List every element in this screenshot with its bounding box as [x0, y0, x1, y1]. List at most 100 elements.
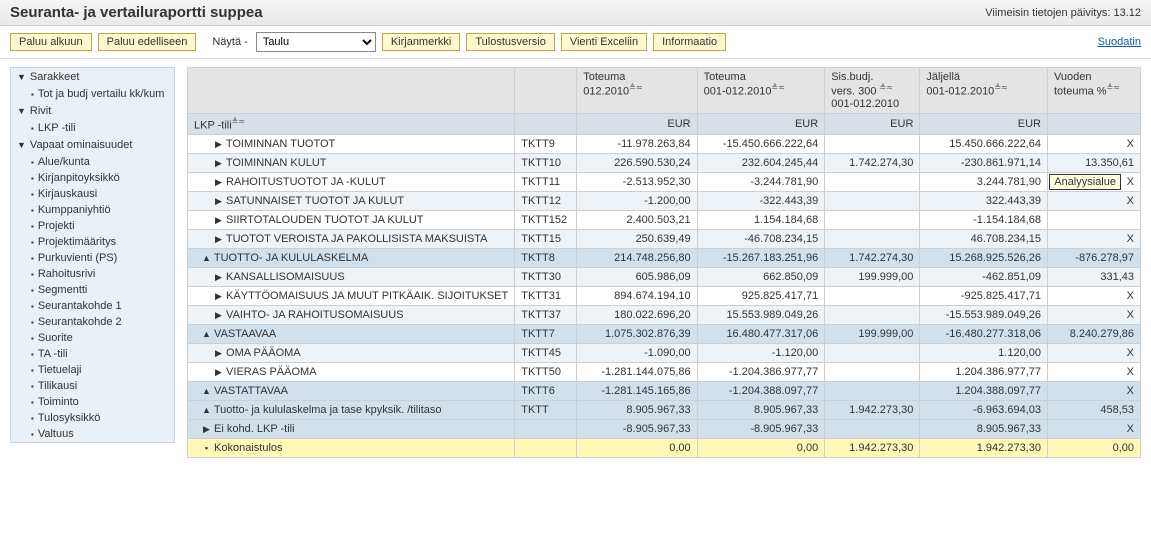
row-label-cell[interactable]: ▪ Kokonaistulos: [188, 439, 515, 458]
print-version-button[interactable]: Tulostusversio: [466, 33, 555, 51]
data-cell[interactable]: -925.825.417,71: [920, 287, 1048, 306]
data-cell[interactable]: 15.268.925.526,26: [920, 249, 1048, 268]
sidebar-item[interactable]: Seurantakohde 1: [11, 298, 174, 314]
data-cell[interactable]: [825, 192, 920, 211]
data-cell[interactable]: 214.748.256,80: [577, 249, 697, 268]
data-cell[interactable]: [825, 211, 920, 230]
expand-icon[interactable]: ▶: [214, 215, 223, 226]
data-cell[interactable]: 232.604.245,44: [697, 154, 825, 173]
col-header-vuoden[interactable]: Vuoden toteuma %≜≂: [1047, 68, 1140, 114]
data-cell[interactable]: -8.905.967,33: [697, 420, 825, 439]
sidebar-item[interactable]: Seurantakohde 2: [11, 314, 174, 330]
back-to-start-button[interactable]: Paluu alkuun: [10, 33, 92, 51]
data-cell[interactable]: -1.120,00: [697, 344, 825, 363]
table-row[interactable]: ▶ Ei kohd. LKP -tili-8.905.967,33-8.905.…: [188, 420, 1141, 439]
sidebar-item[interactable]: Tilikausi: [11, 378, 174, 394]
sidebar-group-header[interactable]: ▼Sarakkeet: [11, 68, 174, 86]
data-cell[interactable]: 0,00: [697, 439, 825, 458]
data-cell[interactable]: X: [1047, 287, 1140, 306]
data-cell[interactable]: 1.742.274,30: [825, 154, 920, 173]
table-row[interactable]: ▶ TUOTOT VEROISTA JA PAKOLLISISTA MAKSUI…: [188, 230, 1141, 249]
data-cell[interactable]: 1.154.184,68: [697, 211, 825, 230]
table-row[interactable]: ▲ TUOTTO- JA KULULASKELMATKTT8214.748.25…: [188, 249, 1141, 268]
data-cell[interactable]: 322.443,39: [920, 192, 1048, 211]
data-cell[interactable]: 250.639,49: [577, 230, 697, 249]
data-cell[interactable]: X: [1047, 135, 1140, 154]
data-cell[interactable]: -462.851,09: [920, 268, 1048, 287]
sidebar-item[interactable]: Projektimääritys: [11, 234, 174, 250]
sidebar-item[interactable]: Valtuus: [11, 426, 174, 442]
bookmark-button[interactable]: Kirjanmerkki: [382, 33, 461, 51]
col-header-toteuma[interactable]: Toteuma 012.2010≜≂: [577, 68, 697, 114]
data-cell[interactable]: -1.281.144.075,86: [577, 363, 697, 382]
data-cell[interactable]: X: [1047, 306, 1140, 325]
data-cell[interactable]: 199.999,00: [825, 268, 920, 287]
data-cell[interactable]: -3.244.781,90: [697, 173, 825, 192]
row-label-cell[interactable]: ▶ KÄYTTÖOMAISUUS JA MUUT PITKÄAIK. SIJOI…: [188, 287, 515, 306]
sidebar-item[interactable]: Suorite: [11, 330, 174, 346]
data-cell[interactable]: [825, 173, 920, 192]
data-cell[interactable]: -16.480.277.318,06: [920, 325, 1048, 344]
data-cell[interactable]: 1.942.273,30: [825, 439, 920, 458]
data-cell[interactable]: X: [1047, 344, 1140, 363]
collapse-icon[interactable]: ▲: [202, 253, 211, 263]
sidebar-item[interactable]: Segmentti: [11, 282, 174, 298]
table-row[interactable]: ▶ TOIMINNAN KULUTTKTT10226.590.530,24232…: [188, 154, 1141, 173]
data-cell[interactable]: 15.450.666.222,64: [920, 135, 1048, 154]
data-cell[interactable]: X: [1047, 363, 1140, 382]
filter-link[interactable]: Suodatin: [1098, 36, 1141, 48]
expand-icon[interactable]: ▶: [214, 139, 223, 150]
data-cell[interactable]: 46.708.234,15: [920, 230, 1048, 249]
sidebar-item[interactable]: LKP -tili: [11, 120, 174, 136]
data-cell[interactable]: [825, 135, 920, 154]
table-row[interactable]: ▶ SATUNNAISET TUOTOT JA KULUTTKTT12-1.20…: [188, 192, 1141, 211]
data-cell[interactable]: -8.905.967,33: [577, 420, 697, 439]
data-cell[interactable]: 180.022.696,20: [577, 306, 697, 325]
table-row[interactable]: ▪ Kokonaistulos0,000,001.942.273,301.942…: [188, 439, 1141, 458]
data-cell[interactable]: -1.281.145.165,86: [577, 382, 697, 401]
back-previous-button[interactable]: Paluu edelliseen: [98, 33, 197, 51]
col-header-jaljella[interactable]: Jäljellä 001-012.2010≜≂: [920, 68, 1048, 114]
table-row[interactable]: ▶ OMA PÄÄOMATKTT45-1.090,00-1.120,001.12…: [188, 344, 1141, 363]
table-row[interactable]: ▶ VIERAS PÄÄOMATKTT50-1.281.144.075,86-1…: [188, 363, 1141, 382]
export-excel-button[interactable]: Vienti Exceliin: [561, 33, 647, 51]
expand-icon[interactable]: ▶: [214, 158, 223, 169]
data-cell[interactable]: 605.986,09: [577, 268, 697, 287]
data-cell[interactable]: 16.480.477.317,06: [697, 325, 825, 344]
row-label-cell[interactable]: ▶ SIIRTOTALOUDEN TUOTOT JA KULUT: [188, 211, 515, 230]
data-cell[interactable]: [825, 363, 920, 382]
data-cell[interactable]: [825, 382, 920, 401]
sidebar-item[interactable]: Rahoitusrivi: [11, 266, 174, 282]
data-cell[interactable]: X: [1047, 420, 1140, 439]
subheader-lkp[interactable]: LKP -tili≜≂: [188, 113, 515, 135]
data-cell[interactable]: -876.278,97: [1047, 249, 1140, 268]
expand-icon[interactable]: ▶: [214, 177, 223, 188]
table-row[interactable]: ▶ KÄYTTÖOMAISUUS JA MUUT PITKÄAIK. SIJOI…: [188, 287, 1141, 306]
data-cell[interactable]: 1.742.274,30: [825, 249, 920, 268]
sidebar-item[interactable]: Alue/kunta: [11, 154, 174, 170]
sidebar-item[interactable]: Projekti: [11, 218, 174, 234]
data-cell[interactable]: 8.905.967,33: [697, 401, 825, 420]
data-cell[interactable]: [825, 344, 920, 363]
data-cell[interactable]: 1.075.302.876,39: [577, 325, 697, 344]
row-label-cell[interactable]: ▶ TUOTOT VEROISTA JA PAKOLLISISTA MAKSUI…: [188, 230, 515, 249]
expand-icon[interactable]: ▶: [214, 367, 223, 378]
expand-icon[interactable]: ▶: [214, 291, 223, 302]
expand-icon[interactable]: ▶: [214, 348, 223, 359]
data-cell[interactable]: [825, 287, 920, 306]
expand-icon[interactable]: ▶: [214, 272, 223, 283]
data-cell[interactable]: 8.905.967,33: [920, 420, 1048, 439]
data-cell[interactable]: [1047, 211, 1140, 230]
row-label-cell[interactable]: ▶ TOIMINNAN KULUT: [188, 154, 515, 173]
expand-icon[interactable]: ▶: [202, 424, 211, 435]
data-cell[interactable]: 925.825.417,71: [697, 287, 825, 306]
table-row[interactable]: ▲ VASTATTAVAATKTT6-1.281.145.165,86-1.20…: [188, 382, 1141, 401]
data-cell[interactable]: -1.204.386.977,77: [697, 363, 825, 382]
data-cell[interactable]: 1.120,00: [920, 344, 1048, 363]
table-row[interactable]: ▶ SIIRTOTALOUDEN TUOTOT JA KULUTTKTT1522…: [188, 211, 1141, 230]
sidebar-item[interactable]: Toiminto: [11, 394, 174, 410]
data-cell[interactable]: [825, 306, 920, 325]
row-label-cell[interactable]: ▲ VASTAAVAA: [188, 325, 515, 344]
data-cell[interactable]: 8.905.967,33: [577, 401, 697, 420]
data-cell[interactable]: 331,43: [1047, 268, 1140, 287]
